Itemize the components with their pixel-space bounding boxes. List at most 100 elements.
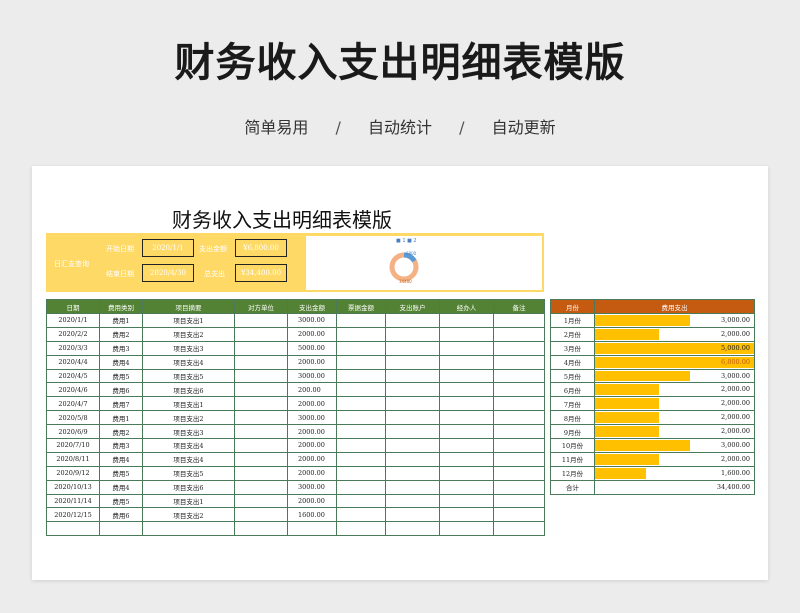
table-cell[interactable]: 费用5	[99, 465, 143, 481]
table-cell[interactable]	[234, 354, 288, 370]
table-cell[interactable]: 项目支出6	[142, 479, 235, 495]
table-cell[interactable]	[439, 368, 494, 384]
table-cell[interactable]: 2020/4/5	[46, 368, 100, 384]
table-cell[interactable]	[234, 382, 288, 398]
table-cell[interactable]: 2000.00	[287, 493, 337, 509]
column-header[interactable]: 对方单位	[234, 299, 288, 314]
table-cell[interactable]: 3000.00	[287, 368, 337, 384]
table-cell[interactable]	[385, 507, 440, 523]
table-cell[interactable]: 2020/6/9	[46, 424, 100, 440]
table-cell[interactable]	[336, 382, 386, 398]
table-cell[interactable]	[493, 313, 545, 328]
table-cell[interactable]	[46, 521, 100, 537]
table-cell[interactable]: 费用4	[99, 479, 143, 495]
end-date-field[interactable]: 2020/4/30	[142, 264, 194, 282]
table-cell[interactable]	[439, 465, 494, 481]
table-cell[interactable]	[99, 521, 143, 537]
table-cell[interactable]	[234, 326, 288, 342]
table-cell[interactable]: 2020/12/15	[46, 507, 100, 523]
table-cell[interactable]	[336, 368, 386, 384]
table-cell[interactable]: 费用1	[99, 410, 143, 426]
table-cell[interactable]	[439, 354, 494, 370]
table-cell[interactable]: 2020/10/13	[46, 479, 100, 495]
table-cell[interactable]	[439, 382, 494, 398]
table-cell[interactable]: 费用5	[99, 368, 143, 384]
column-header[interactable]: 项目摘要	[142, 299, 235, 314]
table-cell[interactable]	[287, 521, 337, 537]
table-cell[interactable]	[385, 382, 440, 398]
table-cell[interactable]	[336, 451, 386, 467]
table-cell[interactable]	[385, 410, 440, 426]
table-cell[interactable]	[385, 479, 440, 495]
table-cell[interactable]	[336, 521, 386, 537]
table-cell[interactable]: 费用5	[99, 493, 143, 509]
table-cell[interactable]: 2000.00	[287, 396, 337, 412]
table-cell[interactable]	[493, 368, 545, 384]
column-header[interactable]: 备注	[493, 299, 545, 314]
table-cell[interactable]: 费用2	[99, 326, 143, 342]
table-cell[interactable]	[439, 424, 494, 440]
column-header[interactable]: 支出账户	[385, 299, 440, 314]
table-cell[interactable]	[234, 340, 288, 356]
table-cell[interactable]: 2000.00	[287, 326, 337, 342]
column-header[interactable]: 票据金额	[336, 299, 386, 314]
table-cell[interactable]: 项目支出2	[142, 326, 235, 342]
table-cell[interactable]: 项目支出1	[142, 396, 235, 412]
table-cell[interactable]: 项目支出1	[142, 313, 235, 328]
table-cell[interactable]: 2020/11/14	[46, 493, 100, 509]
table-cell[interactable]: 5000.00	[287, 340, 337, 356]
table-cell[interactable]	[385, 493, 440, 509]
table-cell[interactable]	[234, 451, 288, 467]
table-cell[interactable]	[439, 493, 494, 509]
table-cell[interactable]: 2020/4/4	[46, 354, 100, 370]
table-cell[interactable]: 费用4	[99, 354, 143, 370]
table-cell[interactable]: 3000.00	[287, 479, 337, 495]
table-cell[interactable]	[493, 326, 545, 342]
table-cell[interactable]	[385, 326, 440, 342]
table-cell[interactable]: 项目支出4	[142, 354, 235, 370]
table-cell[interactable]: 2020/2/2	[46, 326, 100, 342]
table-cell[interactable]	[336, 340, 386, 356]
table-cell[interactable]: 项目支出1	[142, 493, 235, 509]
table-cell[interactable]	[234, 368, 288, 384]
table-cell[interactable]: 2020/8/11	[46, 451, 100, 467]
column-header[interactable]: 费用类别	[99, 299, 143, 314]
table-cell[interactable]	[493, 521, 545, 537]
table-cell[interactable]: 2020/5/8	[46, 410, 100, 426]
column-header[interactable]: 支出金额	[287, 299, 337, 314]
table-cell[interactable]	[493, 340, 545, 356]
table-cell[interactable]: 项目支出4	[142, 438, 235, 453]
table-cell[interactable]	[385, 340, 440, 356]
table-cell[interactable]	[493, 507, 545, 523]
table-cell[interactable]: 2020/7/10	[46, 438, 100, 453]
table-cell[interactable]: 2020/3/3	[46, 340, 100, 356]
table-cell[interactable]: 2000.00	[287, 465, 337, 481]
table-cell[interactable]	[234, 493, 288, 509]
table-cell[interactable]	[385, 368, 440, 384]
column-header[interactable]: 经办人	[439, 299, 494, 314]
table-cell[interactable]: 费用3	[99, 438, 143, 453]
table-cell[interactable]	[439, 340, 494, 356]
table-cell[interactable]	[336, 493, 386, 509]
table-cell[interactable]: 项目支出2	[142, 507, 235, 523]
table-cell[interactable]	[439, 326, 494, 342]
table-cell[interactable]	[385, 396, 440, 412]
table-cell[interactable]	[336, 326, 386, 342]
table-cell[interactable]: 项目支出5	[142, 465, 235, 481]
table-cell[interactable]: 1600.00	[287, 507, 337, 523]
table-cell[interactable]	[385, 438, 440, 453]
table-cell[interactable]	[336, 507, 386, 523]
table-cell[interactable]: 3000.00	[287, 313, 337, 328]
table-cell[interactable]: 费用3	[99, 340, 143, 356]
table-cell[interactable]	[493, 382, 545, 398]
table-cell[interactable]	[493, 410, 545, 426]
table-cell[interactable]	[493, 354, 545, 370]
table-cell[interactable]	[493, 424, 545, 440]
column-header[interactable]: 日期	[46, 299, 100, 314]
table-cell[interactable]	[234, 507, 288, 523]
table-cell[interactable]	[336, 465, 386, 481]
table-cell[interactable]	[234, 313, 288, 328]
table-cell[interactable]	[336, 438, 386, 453]
table-cell[interactable]	[493, 451, 545, 467]
table-cell[interactable]	[336, 313, 386, 328]
